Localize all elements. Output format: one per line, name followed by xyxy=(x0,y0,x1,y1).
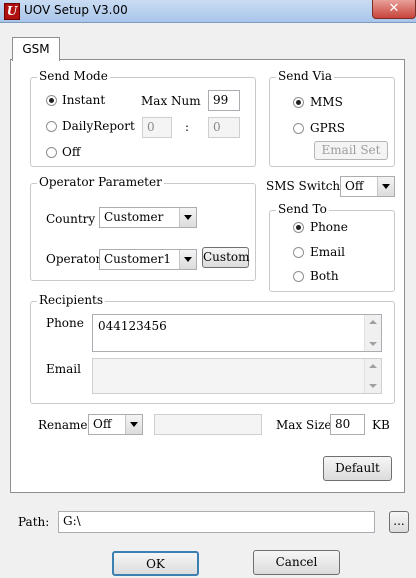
scroll-down-icon[interactable] xyxy=(369,342,377,346)
send-mode-title: Send Mode xyxy=(37,69,110,83)
window-title: UOV Setup V3.00 xyxy=(24,3,128,17)
time-separator: : xyxy=(185,120,190,134)
sms-switch-label: SMS Switch xyxy=(266,179,341,193)
title-bar: U UOV Setup V3.00 ✕ xyxy=(0,0,416,23)
recipients-title: Recipients xyxy=(37,293,106,307)
report-minute-input[interactable]: 0 xyxy=(208,117,240,138)
operator-select[interactable]: Customer1 xyxy=(99,249,197,270)
mms-label: MMS xyxy=(310,95,343,109)
gprs-label: GPRS xyxy=(310,121,345,135)
max-size-unit: KB xyxy=(372,418,390,432)
radio-instant[interactable] xyxy=(46,95,57,106)
country-select[interactable]: Customer xyxy=(99,207,197,228)
instant-label: Instant xyxy=(62,93,106,107)
country-value: Customer xyxy=(104,210,164,224)
max-size-input[interactable]: 80 xyxy=(330,414,365,435)
radio-mms[interactable] xyxy=(293,97,304,108)
phone-scrollbar[interactable] xyxy=(364,315,381,351)
chevron-down-icon[interactable] xyxy=(179,208,196,227)
recipient-phone-input[interactable]: 044123456 xyxy=(92,314,382,352)
scroll-down-icon[interactable] xyxy=(369,384,377,388)
email-scrollbar[interactable] xyxy=(364,359,381,393)
radio-phone[interactable] xyxy=(293,222,304,233)
radio-gprs[interactable] xyxy=(293,123,304,134)
radio-both[interactable] xyxy=(293,271,304,282)
both-option-label: Both xyxy=(310,269,339,283)
recipient-phone-label: Phone xyxy=(46,316,84,330)
send-to-title: Send To xyxy=(276,202,329,216)
phone-option-label: Phone xyxy=(310,220,348,234)
max-size-label: Max Size xyxy=(276,418,332,432)
path-label: Path: xyxy=(18,515,50,529)
radio-daily-report[interactable] xyxy=(46,121,57,132)
recipient-email-label: Email xyxy=(46,362,81,376)
rename-text-input[interactable] xyxy=(154,414,262,435)
path-input[interactable]: G:\ xyxy=(58,511,375,533)
country-label: Country xyxy=(46,212,96,226)
max-num-input[interactable]: 99 xyxy=(208,90,240,111)
tab-gsm[interactable]: GSM xyxy=(12,37,60,61)
close-button[interactable]: ✕ xyxy=(372,0,416,19)
email-set-button[interactable]: Email Set xyxy=(314,141,388,160)
chevron-down-icon[interactable] xyxy=(179,250,196,269)
recipient-phone-value: 044123456 xyxy=(98,319,167,333)
chevron-down-icon[interactable] xyxy=(125,415,142,434)
off-label: Off xyxy=(62,145,81,159)
operator-parameter-title: Operator Parameter xyxy=(37,175,164,189)
cancel-button[interactable]: Cancel xyxy=(253,550,340,575)
chevron-down-icon[interactable] xyxy=(377,177,394,196)
email-option-label: Email xyxy=(310,245,345,259)
send-via-title: Send Via xyxy=(276,69,334,83)
app-logo-icon: U xyxy=(4,3,20,20)
rename-label: Rename xyxy=(38,418,88,432)
scroll-up-icon[interactable] xyxy=(369,364,377,368)
sms-switch-select[interactable]: Off xyxy=(340,176,395,197)
report-hour-input[interactable]: 0 xyxy=(142,117,172,138)
radio-off[interactable] xyxy=(46,147,57,158)
rename-select[interactable]: Off xyxy=(88,414,143,435)
daily-report-label: DailyReport xyxy=(62,119,135,133)
sms-switch-value: Off xyxy=(345,179,364,193)
recipient-email-input[interactable] xyxy=(92,358,382,394)
scroll-up-icon[interactable] xyxy=(369,320,377,324)
custom-button[interactable]: Custom xyxy=(202,247,250,268)
browse-button[interactable]: ... xyxy=(389,511,409,533)
rename-value: Off xyxy=(93,417,112,431)
default-button[interactable]: Default xyxy=(323,456,392,481)
max-num-label: Max Num xyxy=(141,94,201,108)
ok-button[interactable]: OK xyxy=(112,551,199,576)
radio-email[interactable] xyxy=(293,247,304,258)
operator-value: Customer1 xyxy=(104,252,171,266)
operator-label: Operator xyxy=(46,252,102,266)
